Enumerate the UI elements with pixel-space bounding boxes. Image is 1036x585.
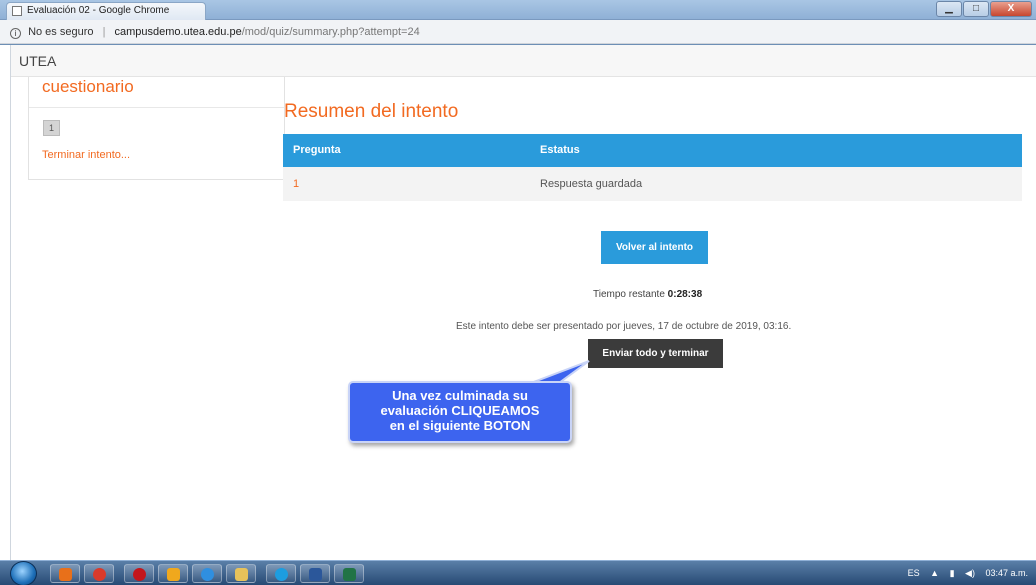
tray-arrow-icon[interactable]: ▲ (930, 568, 939, 578)
windows-taskbar: ES ▲ ▮ ◀) 03:47 a.m. (0, 560, 1036, 585)
attempt-summary-table: Pregunta Estatus 1 Respuesta guardada (283, 134, 1022, 201)
time-remaining: Tiempo restante 0:28:38 (593, 289, 702, 300)
skype-icon[interactable] (266, 564, 296, 583)
volume-icon[interactable]: ◀) (965, 568, 975, 578)
table-header: Pregunta Estatus (283, 134, 1022, 167)
page-icon (12, 6, 22, 16)
callout-line-1: Una vez culminada su (392, 388, 528, 403)
info-icon[interactable]: i (10, 28, 21, 39)
quiz-navigation-block: cuestionario 1 Terminar intento... (28, 77, 285, 180)
start-button[interactable] (10, 561, 37, 585)
explorer-icon[interactable] (226, 564, 256, 583)
left-window-edge (0, 45, 11, 560)
site-name[interactable]: UTEA (19, 53, 56, 69)
clock[interactable]: 03:47 a.m. (985, 568, 1028, 578)
tab-title: Evaluación 02 - Google Chrome (27, 5, 170, 16)
excel-icon[interactable] (334, 564, 364, 583)
finish-attempt-link[interactable]: Terminar intento... (42, 149, 130, 161)
url-host[interactable]: campusdemo.utea.edu.pe (114, 26, 241, 38)
page-title: Resumen del intento (284, 101, 459, 122)
network-icon[interactable]: ▮ (950, 568, 955, 578)
header-question: Pregunta (293, 144, 341, 156)
address-separator: | (102, 26, 106, 38)
address-bar[interactable]: i No es seguro | campusdemo.utea.edu.pe/… (0, 20, 1036, 44)
time-left-value: 0:28:38 (667, 289, 703, 300)
block-divider (29, 107, 284, 108)
ie-icon[interactable] (192, 564, 222, 583)
minimize-button[interactable]: ▁ (936, 1, 962, 17)
chrome-icon[interactable] (84, 564, 114, 583)
quiz-nav-title: cuestionario (42, 77, 134, 96)
callout-line-3: en el siguiente BOTON (389, 418, 531, 433)
media-icon[interactable] (158, 564, 188, 583)
question-nav-button-1[interactable]: 1 (43, 120, 60, 136)
table-row: 1 Respuesta guardada (283, 167, 1022, 201)
security-label[interactable]: No es seguro (28, 26, 93, 38)
deadline-text: Este intento debe ser presentado por jue… (456, 321, 792, 332)
submit-all-button[interactable]: Enviar todo y terminar (588, 339, 723, 368)
top-navbar: UTEA (11, 45, 1036, 77)
opera-icon[interactable] (124, 564, 154, 583)
window-titlebar: Evaluación 02 - Google Chrome ▁ □ X (0, 0, 1036, 20)
time-left-label: Tiempo restante (593, 289, 665, 300)
browser-tab[interactable]: Evaluación 02 - Google Chrome (6, 2, 206, 20)
url-path[interactable]: /mod/quiz/summary.php?attempt=24 (242, 26, 420, 38)
maximize-button[interactable]: □ (963, 1, 989, 17)
return-to-attempt-button[interactable]: Volver al intento (601, 231, 708, 264)
word-icon[interactable] (300, 564, 330, 583)
header-status: Estatus (540, 144, 580, 156)
firefox-icon[interactable] (50, 564, 80, 583)
language-indicator[interactable]: ES (908, 568, 920, 578)
callout-line-2: evaluación CLIQUEAMOS (380, 403, 540, 418)
status-cell: Respuesta guardada (540, 178, 643, 190)
question-link[interactable]: 1 (293, 178, 299, 190)
close-window-button[interactable]: X (990, 1, 1032, 17)
instruction-callout: Una vez culminada su evaluación CLIQUEAM… (348, 381, 572, 443)
window-controls: ▁ □ X (936, 1, 1032, 17)
page-content: UTEA cuestionario 1 Terminar intento... … (11, 45, 1036, 560)
system-tray: ES ▲ ▮ ◀) 03:47 a.m. (900, 561, 1028, 585)
